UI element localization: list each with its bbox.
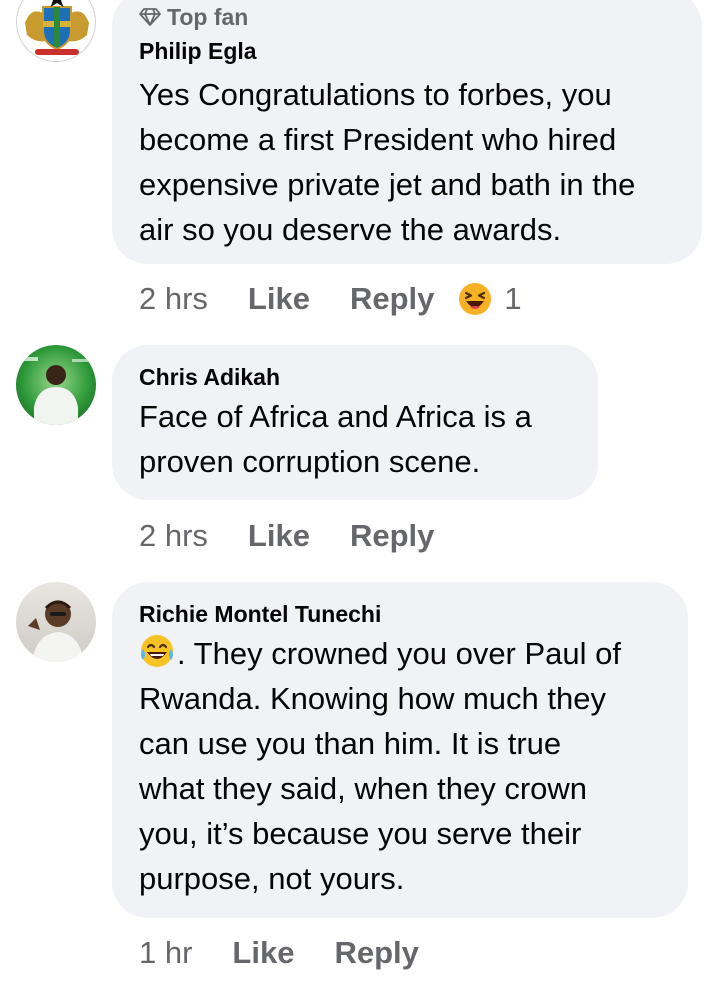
comment-actions: 2 hrs Like Reply [139, 516, 474, 556]
avatar[interactable] [16, 0, 96, 62]
ghana-coat-of-arms-icon [17, 0, 95, 61]
comment-bubble: Top fan Philip Egla Yes Congratulations … [112, 0, 702, 264]
badge-label: Top fan [167, 3, 249, 30]
author-name[interactable]: Chris Adikah [139, 362, 572, 392]
like-button[interactable]: Like [248, 518, 310, 554]
avatar[interactable] [16, 345, 96, 425]
like-button[interactable]: Like [248, 281, 310, 317]
timestamp[interactable]: 1 hr [139, 935, 192, 971]
comment-bubble: Chris Adikah Face of Africa and Africa i… [112, 345, 598, 500]
comment-text: . They crowned you over Paul of Rwanda. … [139, 631, 662, 901]
comment-text: Face of Africa and Africa is a proven co… [139, 399, 532, 479]
comment-text: Yes Congratulations to forbes, you becom… [139, 77, 636, 247]
diamond-icon [139, 8, 161, 26]
comment-bubble: Richie Montel Tunechi . They crowned you… [112, 582, 688, 918]
timestamp[interactable]: 2 hrs [139, 518, 208, 554]
top-fan-badge: Top fan [139, 2, 676, 32]
person-photo-icon [28, 600, 84, 662]
comment-actions: 2 hrs Like Reply 1 [139, 279, 522, 319]
author-name[interactable]: Philip Egla [139, 36, 676, 66]
reaction-summary[interactable]: 1 [458, 281, 522, 317]
avatar[interactable] [16, 582, 96, 662]
tears-of-joy-emoji-icon [141, 635, 173, 667]
reaction-count: 1 [504, 281, 522, 316]
haha-emoji-icon [459, 283, 492, 315]
reply-button[interactable]: Reply [350, 281, 434, 317]
comment-actions: 1 hr Like Reply [139, 933, 459, 973]
reply-button[interactable]: Reply [334, 935, 418, 971]
comment-text-body: . They crowned you over Paul of Rwanda. … [139, 636, 622, 896]
timestamp[interactable]: 2 hrs [139, 281, 208, 317]
person-photo-icon [24, 357, 88, 425]
reply-button[interactable]: Reply [350, 518, 434, 554]
author-name[interactable]: Richie Montel Tunechi [139, 599, 662, 629]
like-button[interactable]: Like [232, 935, 294, 971]
